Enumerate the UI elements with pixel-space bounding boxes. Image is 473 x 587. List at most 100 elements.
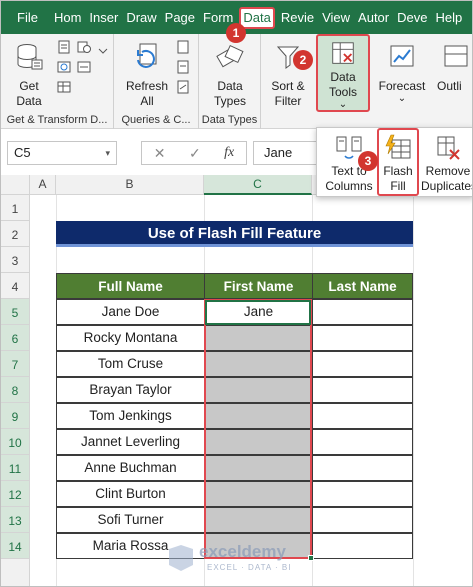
full-name-cell[interactable]: Sofi Turner: [56, 507, 205, 533]
group-sort-filter: Sort & Filter: [261, 34, 313, 129]
group-label-data-types: Data Types: [201, 114, 258, 126]
select-all-corner[interactable]: [1, 175, 30, 195]
header-first-name[interactable]: First Name: [204, 273, 313, 299]
last-name-cell[interactable]: [312, 299, 413, 325]
row-header-12[interactable]: 12: [1, 481, 30, 507]
forecast-label: Forecast: [378, 79, 426, 93]
formula-input[interactable]: Jane: [253, 141, 323, 165]
row-header-6[interactable]: 6: [1, 325, 30, 351]
remove-duplicates-label-1: Remove: [425, 164, 471, 178]
from-web-icon[interactable]: [57, 60, 71, 74]
row-header-2[interactable]: 2: [1, 221, 30, 247]
row-header-7[interactable]: 7: [1, 351, 30, 377]
flash-fill-button[interactable]: Flash Fill: [377, 128, 419, 196]
formula-buttons: ✕ ✓ fx: [141, 141, 247, 165]
forecast-button[interactable]: Forecast ⌄: [375, 42, 429, 104]
excel-window: File Hom Inser Draw Page Form Data Revie…: [0, 0, 473, 587]
watermark-name: exceldemy: [199, 542, 286, 561]
row-header-15[interactable]: [1, 559, 30, 586]
tab-page-layout[interactable]: Page: [161, 1, 199, 34]
last-name-cell[interactable]: [312, 403, 413, 429]
row-header-8[interactable]: 8: [1, 377, 30, 403]
edit-links-icon[interactable]: [176, 80, 190, 94]
header-last-name[interactable]: Last Name: [312, 273, 413, 299]
row-header-14[interactable]: 14: [1, 533, 30, 559]
tab-automate[interactable]: Autor: [354, 1, 393, 34]
recent-sources-icon[interactable]: [77, 40, 91, 54]
tab-review[interactable]: Revie: [277, 1, 318, 34]
outline-label: Outli: [437, 79, 462, 93]
properties-icon[interactable]: [176, 60, 190, 74]
tab-insert[interactable]: Inser: [85, 1, 122, 34]
tab-developer[interactable]: Deve: [393, 1, 431, 34]
cancel-icon[interactable]: ✕: [154, 145, 166, 162]
refresh-all-button[interactable]: Refresh All: [122, 42, 172, 109]
data-types-button[interactable]: Data Types: [203, 42, 257, 109]
data-tools-icon: [332, 42, 354, 64]
row-header-11[interactable]: 11: [1, 455, 30, 481]
full-name-cell[interactable]: Tom Jenkings: [56, 403, 205, 429]
full-name-cell[interactable]: Anne Buchman: [56, 455, 205, 481]
column-header-c[interactable]: C: [204, 175, 312, 195]
watermark-tagline: EXCEL · DATA · BI: [207, 563, 292, 572]
tab-data[interactable]: Data: [239, 6, 275, 29]
last-name-cell[interactable]: [312, 455, 413, 481]
group-label-get-transform: Get & Transform D...: [6, 114, 108, 126]
tab-home[interactable]: Hom: [50, 1, 85, 34]
last-name-cell[interactable]: [312, 351, 413, 377]
full-name-cell[interactable]: Brayan Taylor: [56, 377, 205, 403]
data-tools-button[interactable]: Data Tools ⌄: [316, 34, 370, 112]
tab-draw[interactable]: Draw: [122, 1, 160, 34]
data-tools-dropdown: Text to Columns Flash Fill Remove Duplic…: [316, 127, 473, 198]
step-badge-2: 2: [293, 50, 313, 70]
from-table-icon[interactable]: [57, 80, 71, 94]
enter-icon[interactable]: ✓: [189, 145, 201, 162]
refresh-icon: [137, 43, 157, 68]
flash-fill-label-2: Fill: [390, 179, 406, 193]
tab-view[interactable]: View: [318, 1, 354, 34]
refresh-all-label: Refresh All: [125, 79, 169, 108]
row-header-3[interactable]: 3: [1, 247, 30, 273]
tab-help[interactable]: Help: [431, 1, 466, 34]
full-name-cell[interactable]: Jane Doe: [56, 299, 205, 325]
full-name-cell[interactable]: Rocky Montana: [56, 325, 205, 351]
row-header-4[interactable]: 4: [1, 273, 30, 299]
name-box[interactable]: C5 ▾: [7, 141, 117, 165]
row-header-10[interactable]: 10: [1, 429, 30, 455]
text-to-columns-label-2: Columns: [325, 179, 373, 193]
group-label-queries: Queries & C...: [121, 114, 191, 126]
remove-duplicates-button[interactable]: Remove Duplicates: [421, 128, 473, 198]
get-data-button[interactable]: Get Data: [5, 42, 53, 109]
existing-connections-icon[interactable]: [77, 60, 91, 74]
from-text-icon[interactable]: [57, 40, 71, 54]
header-full-name[interactable]: Full Name: [56, 273, 205, 299]
insert-function-button[interactable]: fx: [224, 145, 234, 161]
flash-fill-icon: [385, 134, 411, 159]
outline-icon: [444, 45, 468, 67]
column-header-b[interactable]: B: [56, 175, 204, 195]
last-name-cell[interactable]: [312, 325, 413, 351]
full-name-cell[interactable]: Clint Burton: [56, 481, 205, 507]
remove-duplicates-label-2: Duplicates: [421, 179, 473, 193]
row-header-5[interactable]: 5: [1, 299, 30, 325]
queries-connections-icon[interactable]: [176, 40, 190, 54]
row-header-1[interactable]: 1: [1, 195, 30, 221]
row-header-9[interactable]: 9: [1, 403, 30, 429]
last-name-cell[interactable]: [312, 429, 413, 455]
tab-file[interactable]: File: [1, 1, 50, 34]
last-name-cell[interactable]: [312, 377, 413, 403]
data-types-label: Data Types: [213, 79, 246, 108]
sheet-title[interactable]: Use of Flash Fill Feature: [56, 221, 413, 247]
row-header-13[interactable]: 13: [1, 507, 30, 533]
outline-button[interactable]: Outli: [437, 42, 472, 94]
name-box-chevron-icon[interactable]: ▾: [105, 142, 110, 164]
selection-range-outline: [204, 299, 312, 559]
full-name-cell[interactable]: Tom Cruse: [56, 351, 205, 377]
database-icon: [17, 44, 43, 70]
get-data-expand-icon[interactable]: [96, 44, 110, 58]
last-name-cell[interactable]: [312, 481, 413, 507]
step-badge-3: 3: [358, 151, 378, 171]
column-header-a[interactable]: A: [30, 175, 56, 195]
full-name-cell[interactable]: Jannet Leverling: [56, 429, 205, 455]
last-name-cell[interactable]: [312, 507, 413, 533]
